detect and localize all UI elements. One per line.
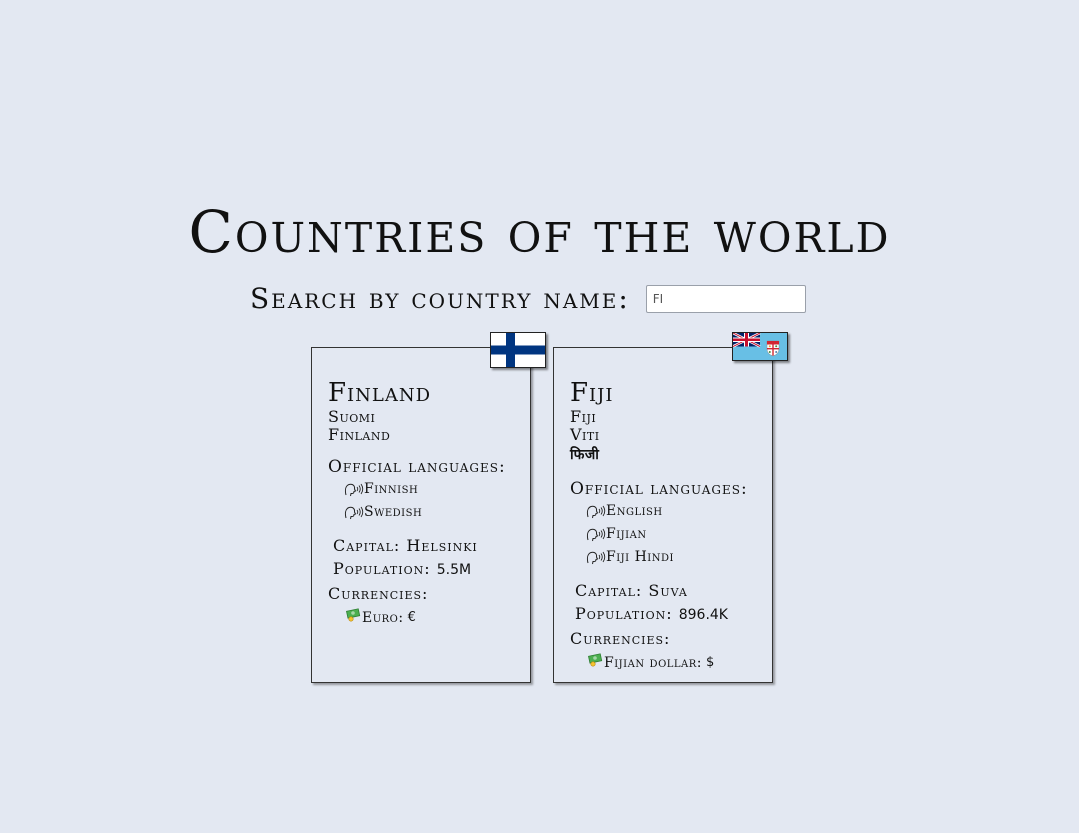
language-item: English xyxy=(586,500,772,523)
language-item: Swedish xyxy=(344,501,530,524)
speaking-head-icon xyxy=(344,483,364,497)
currency-item: Euro: € xyxy=(346,605,530,631)
language-item: Fiji Hindi xyxy=(586,546,772,569)
speaking-head-icon xyxy=(586,505,606,519)
currency-symbol: $ xyxy=(706,655,715,670)
fiji-flag-icon xyxy=(732,332,788,361)
language-name: Fiji Hindi xyxy=(606,549,674,565)
native-name: Suomi xyxy=(328,407,376,426)
capital-label: Capital: xyxy=(333,536,401,555)
finland-flag-icon xyxy=(490,332,546,368)
speaking-head-icon xyxy=(344,506,364,520)
currencies-label: Currencies: xyxy=(328,584,429,603)
language-name: Finnish xyxy=(364,481,419,497)
capital-label: Capital: xyxy=(575,581,643,600)
native-name: Fiji xyxy=(570,407,597,426)
population-value: 896.4K xyxy=(678,607,728,623)
country-card-finland: Finland Suomi Finland Official languages… xyxy=(311,332,546,683)
search-label: Search by country name: xyxy=(250,282,630,315)
capital-line: Capital: Helsinki xyxy=(333,534,530,557)
search-input[interactable] xyxy=(645,284,806,313)
languages-label: Official languages: xyxy=(570,479,748,499)
page-title: Countries of the world xyxy=(188,198,891,266)
search-row: Search by country name: xyxy=(250,282,806,315)
currency-name: Euro: xyxy=(362,610,404,626)
language-item: Fijian xyxy=(586,523,772,546)
language-name: English xyxy=(606,503,663,519)
language-name: Swedish xyxy=(364,504,423,520)
native-name: Finland xyxy=(328,425,391,444)
page: Countries of the world Search by country… xyxy=(0,0,1079,833)
population-line: Population: 5.5M xyxy=(333,557,530,582)
speaking-head-icon xyxy=(586,551,606,565)
population-label: Population: xyxy=(333,559,431,578)
language-name: Fijian xyxy=(606,526,647,542)
population-line: Population: 896.4K xyxy=(575,602,772,627)
speaking-head-icon xyxy=(586,528,606,542)
population-label: Population: xyxy=(575,604,673,623)
languages-label: Official languages: xyxy=(328,457,506,477)
money-icon xyxy=(346,608,361,622)
native-name: फिजी xyxy=(570,447,600,463)
capital-value: Helsinki xyxy=(406,536,478,555)
country-name: Fiji xyxy=(570,378,614,408)
money-icon xyxy=(588,653,603,667)
currency-item: Fijian dollar: $ xyxy=(588,650,772,676)
capital-value: Suva xyxy=(648,581,688,600)
currencies-label: Currencies: xyxy=(570,629,671,648)
country-card-fiji: Fiji Fiji Viti फिजी Official languages: … xyxy=(553,332,788,683)
native-name: Viti xyxy=(570,425,600,444)
population-value: 5.5M xyxy=(436,562,472,578)
currency-symbol: € xyxy=(407,610,417,625)
currency-name: Fijian dollar: xyxy=(604,655,703,671)
country-name: Finland xyxy=(328,378,432,408)
capital-line: Capital: Suva xyxy=(575,579,772,602)
language-item: Finnish xyxy=(344,478,530,501)
